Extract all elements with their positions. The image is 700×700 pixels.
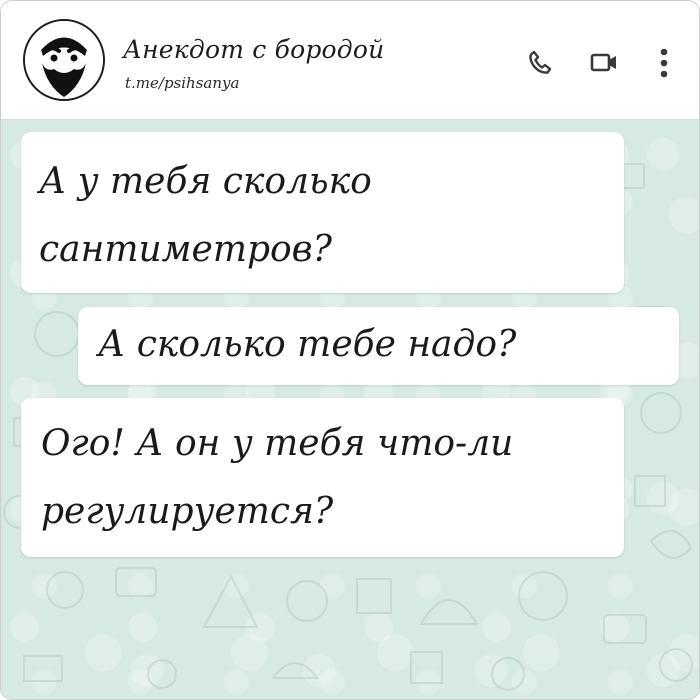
message-bubble[interactable]: А сколько тебе надо? <box>78 307 679 385</box>
bearded-face-icon <box>25 21 103 99</box>
channel-title: Анекдот с бородой <box>123 35 385 64</box>
message-bubble[interactable]: Ого! А он у тебя что-ли регулируется? <box>21 398 624 557</box>
chat-header: Анекдот с бородой t.me/psihsanya <box>1 1 699 120</box>
message-text: А сколько тебе надо? <box>98 324 517 365</box>
message-bubble[interactable]: А у тебя сколько сантиметров? <box>21 132 624 293</box>
channel-avatar[interactable] <box>23 19 105 101</box>
phone-icon[interactable] <box>525 47 555 77</box>
channel-link[interactable]: t.me/psihsanya <box>125 74 239 92</box>
more-vertical-icon[interactable] <box>649 45 679 81</box>
chat-window: Анекдот с бородой t.me/psihsanya А у теб… <box>0 0 700 700</box>
message-text: Ого! А он у тебя что-ли регулируется? <box>41 423 514 532</box>
message-text: А у тебя сколько сантиметров? <box>39 161 372 270</box>
video-camera-icon[interactable] <box>589 47 619 77</box>
